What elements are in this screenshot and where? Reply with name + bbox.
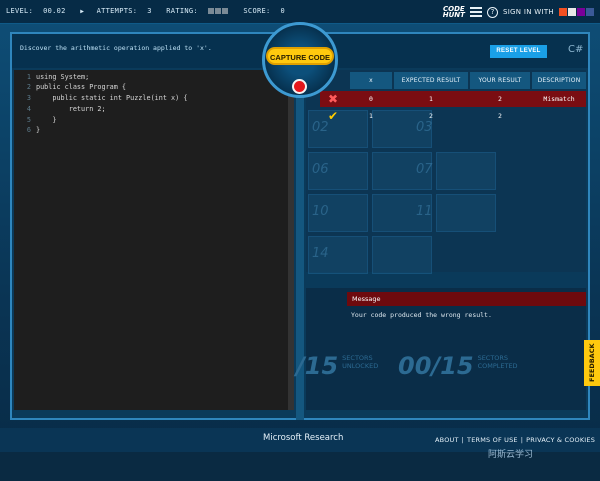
reset-level-button[interactable]: RESET LEVEL [490, 45, 547, 58]
code-line: 6} [26, 126, 41, 134]
instruction-text: Discover the arithmetic operation applie… [20, 44, 212, 52]
social-logins [559, 8, 594, 16]
attempts-label: ATTEMPTS: [96, 7, 138, 15]
locked-tile [436, 194, 496, 232]
game-stats: LEVEL: 00.02 ▶ ATTEMPTS: 3 RATING: SCORE: 0 [6, 7, 295, 15]
rating-label: RATING: [166, 7, 198, 15]
privacy-link[interactable]: PRIVACY & COOKIES [526, 436, 595, 444]
cell-expected: 2 [429, 112, 433, 120]
tile-number: 14 [312, 246, 329, 261]
tile-number: 10 [312, 204, 329, 219]
message-body: Your code produced the wrong result. [351, 311, 492, 319]
microsoft-login-icon[interactable] [559, 8, 567, 16]
top-bar: LEVEL: 00.02 ▶ ATTEMPTS: 3 RATING: SCORE: 0… [0, 0, 600, 24]
column-header-expected: EXPECTED RESULT [394, 72, 468, 89]
sectors-completed: 00/15 SECTORS COMPLETED [398, 352, 518, 380]
sectors-unlocked-count: /15 [296, 352, 339, 380]
rating-box-icon [214, 8, 221, 14]
cell-yours: 2 [498, 112, 502, 120]
about-link[interactable]: ABOUT [435, 436, 459, 444]
sign-in-label: SIGN IN WITH [502, 8, 554, 16]
level-label: LEVEL: [6, 7, 34, 15]
footer-links: ABOUT | TERMS OF USE | PRIVACY & COOKIES [435, 436, 596, 444]
google-login-icon[interactable] [568, 8, 576, 16]
language-label: C# [568, 44, 584, 55]
sectors-unlocked: /15 SECTORS UNLOCKED [296, 352, 378, 380]
cell-x: 0 [369, 95, 373, 103]
rating-box-icon [221, 8, 228, 14]
column-header-description: DESCRIPTION [532, 72, 586, 89]
cell-description: Mismatch [543, 95, 575, 103]
fail-x-icon: ✖ [327, 92, 339, 106]
code-line: 4 return 2; [26, 105, 106, 113]
code-line: 3 public static int Puzzle(int x) { [26, 94, 188, 102]
code-hunt-logo[interactable]: CODE HUNT [442, 6, 465, 19]
record-indicator-icon [292, 79, 307, 94]
page: LEVEL: 00.02 ▶ ATTEMPTS: 3 RATING: SCORE: 0… [0, 0, 600, 481]
rating-stars [207, 7, 229, 15]
tile-number: 06 [312, 162, 329, 177]
sectors-unlocked-line1: SECTORS [342, 354, 373, 362]
sectors-completed-line1: SECTORS [477, 354, 509, 362]
locked-tile [372, 236, 432, 274]
pass-check-icon: ✔ [327, 109, 339, 123]
watermark-text: 阿斯云学习 [488, 450, 534, 460]
cell-yours: 2 [498, 95, 502, 103]
feedback-tab[interactable]: FEEDBACK [584, 340, 600, 386]
code-line: 5 } [26, 116, 57, 124]
rating-box-icon [207, 8, 214, 14]
tile-number: 07 [416, 162, 433, 177]
column-header-x: x [350, 72, 392, 89]
facebook-login-icon[interactable] [586, 8, 594, 16]
logo-line2: HUNT [442, 11, 465, 19]
cell-x: 1 [369, 112, 373, 120]
capture-code-button[interactable]: CAPTURE CODE [266, 47, 334, 65]
play-icon[interactable]: ▶ [80, 8, 84, 15]
top-right-controls: CODE HUNT ? SIGN IN WITH [443, 4, 594, 20]
help-icon[interactable]: ? [486, 6, 498, 18]
terms-link[interactable]: TERMS OF USE [467, 436, 518, 444]
microsoft-research-brand: Microsoft Research [263, 433, 344, 443]
locked-tile [436, 152, 496, 190]
code-line: 1 using System; [26, 73, 90, 81]
sectors-completed-line2: COMPLETED [477, 362, 518, 370]
yahoo-login-icon[interactable] [577, 8, 585, 16]
code-line: 2 public class Program { [26, 83, 127, 91]
level-value: 00.02 [43, 7, 66, 15]
message-title: Message [347, 292, 586, 306]
message-panel [306, 288, 586, 410]
score-label: SCORE: [243, 7, 271, 15]
tile-number: 11 [416, 204, 433, 219]
attempts-value: 3 [147, 7, 152, 15]
menu-icon[interactable] [469, 7, 482, 17]
sectors-unlocked-line2: UNLOCKED [342, 362, 379, 370]
sectors-completed-count: 00/15 [398, 352, 474, 380]
code-editor[interactable]: 1 using System; 2 public class Program { 3… [14, 70, 294, 410]
cell-expected: 1 [429, 95, 433, 103]
column-header-yours: YOUR RESULT [470, 72, 530, 89]
score-value: 0 [280, 7, 286, 15]
tile-number: 02 [312, 120, 329, 135]
